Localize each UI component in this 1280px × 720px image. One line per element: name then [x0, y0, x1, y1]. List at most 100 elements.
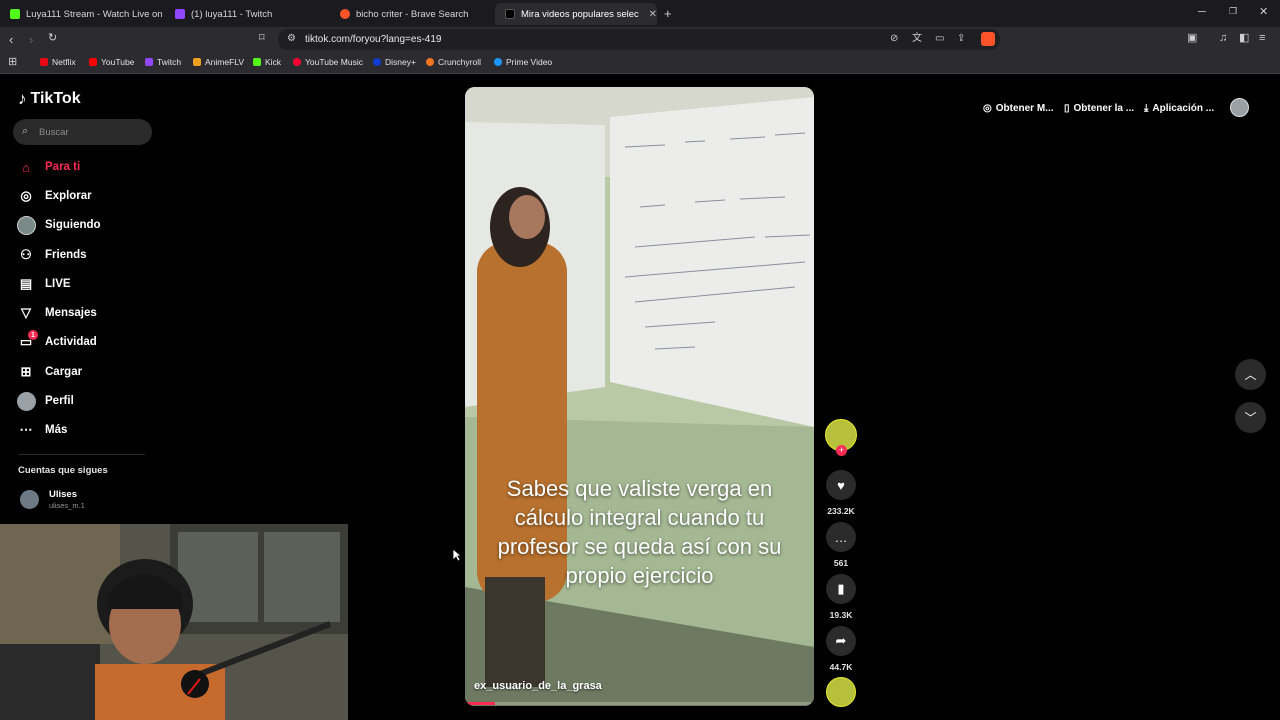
- nav-label: Explorar: [45, 190, 92, 202]
- following-account-ulises[interactable]: Ulises ulises_m.1: [19, 488, 179, 514]
- profile-avatar[interactable]: [1230, 98, 1249, 117]
- netflix-icon: [40, 58, 48, 66]
- bookmark-netflix[interactable]: Netflix: [40, 57, 76, 67]
- get-app-link[interactable]: ▯ Obtener la ...: [1064, 97, 1134, 119]
- bookmark-prime-video[interactable]: Prime Video: [494, 57, 552, 67]
- cast-icon[interactable]: ▭: [935, 34, 944, 44]
- video-player[interactable]: Sabes que valiste verga en cálculo integ…: [465, 87, 814, 706]
- bookmark-kick[interactable]: Kick: [253, 57, 281, 67]
- share-button[interactable]: ➦: [826, 626, 856, 656]
- bookmark-label: YouTube: [101, 57, 135, 67]
- nav-label: LIVE: [45, 278, 71, 290]
- video-author[interactable]: ex_usuario_de_la_grasa: [474, 680, 602, 692]
- bookmark-youtube[interactable]: YouTube: [89, 57, 134, 67]
- tab-tiktok[interactable]: Mira videos populares selecciona ✕: [495, 3, 657, 25]
- translate-icon[interactable]: 文: [912, 34, 922, 44]
- get-coins-link[interactable]: ◎ Obtener M...: [983, 97, 1054, 119]
- follow-plus-icon[interactable]: +: [836, 445, 847, 456]
- heart-icon: ♥: [837, 477, 845, 493]
- back-icon[interactable]: ‹: [9, 33, 13, 46]
- tiktok-note-icon: ♪: [18, 89, 27, 108]
- bookmark-page-icon[interactable]: ⌑: [259, 33, 265, 44]
- video-frame: [465, 87, 814, 706]
- next-video-button[interactable]: ﹀: [1235, 402, 1266, 433]
- nav-friends[interactable]: ⚇ Friends: [16, 243, 87, 267]
- bookmark-animeflv[interactable]: AnimeFLV: [193, 57, 244, 67]
- reading-list-icon[interactable]: ◧: [1239, 33, 1249, 44]
- nav-live[interactable]: ▤ LIVE: [16, 272, 71, 296]
- profile-avatar-icon: [16, 391, 36, 411]
- nav-explorar[interactable]: ◎ Explorar: [16, 184, 92, 208]
- tiktok-favicon-icon: [505, 9, 515, 19]
- close-tab-icon[interactable]: ✕: [649, 9, 657, 20]
- tab-title: Mira videos populares selecciona: [521, 8, 639, 20]
- media-off-icon[interactable]: ⊘: [890, 34, 898, 44]
- sidebar-divider: [18, 454, 145, 455]
- apps-grid-icon[interactable]: ⊞: [8, 57, 17, 68]
- music-disc-icon[interactable]: [826, 677, 856, 707]
- tab-brave-search[interactable]: bicho criter - Brave Search: [330, 3, 495, 25]
- avatar: [20, 490, 39, 509]
- url-field[interactable]: ⚙ tiktok.com/foryou?lang=es-419 ⊘ 文 ▭ ⇪: [278, 29, 1000, 50]
- bookmark-icon: ▮: [837, 581, 845, 596]
- bookmark-label: Crunchyroll: [438, 57, 481, 67]
- bookmark-crunchyroll[interactable]: Crunchyroll: [426, 57, 481, 67]
- music-icon[interactable]: ♫: [1219, 33, 1227, 44]
- send-icon: ▽: [21, 305, 31, 320]
- crunchyroll-icon: [426, 58, 434, 66]
- reload-icon[interactable]: ↻: [48, 33, 57, 44]
- tab-kick[interactable]: Luya111 Stream - Watch Live on Kick: [0, 3, 165, 25]
- bookmark-label: Prime Video: [506, 57, 553, 67]
- forward-icon[interactable]: ›: [29, 33, 33, 46]
- nav-label: Perfil: [45, 395, 74, 407]
- url-text: tiktok.com/foryou?lang=es-419: [305, 34, 442, 45]
- restore-icon[interactable]: ❐: [1229, 7, 1237, 16]
- nav-para-ti[interactable]: ⌂ Para ti: [16, 155, 80, 179]
- nav-label: Más: [45, 424, 68, 436]
- tab-title: (1) luya111 - Twitch: [191, 8, 273, 20]
- share-icon[interactable]: ⇪: [957, 34, 965, 44]
- nav-label: Friends: [45, 249, 87, 261]
- brave-shields-icon[interactable]: [981, 32, 995, 46]
- brave-favicon-icon: [340, 9, 350, 19]
- bookmark-label: Kick: [265, 57, 282, 67]
- tab-bar: Luya111 Stream - Watch Live on Kick (1) …: [0, 0, 1280, 27]
- previous-video-button[interactable]: ︿: [1235, 359, 1266, 390]
- nav-mensajes[interactable]: ▽ Mensajes: [16, 301, 97, 325]
- desktop-app-link[interactable]: ⤓ Aplicación ...: [1144, 97, 1214, 119]
- site-info-icon[interactable]: ⚙: [287, 34, 296, 44]
- kick-favicon-icon: [10, 9, 20, 19]
- nav-mas[interactable]: ⋯ Más: [16, 418, 68, 442]
- save-count: 19.3K: [829, 610, 853, 620]
- share-arrow-icon: ➦: [835, 633, 847, 648]
- bookmark-youtube-music[interactable]: YouTube Music: [293, 57, 363, 67]
- nav-label: Siguiendo: [45, 219, 101, 231]
- nav-perfil[interactable]: Perfil: [16, 389, 74, 413]
- address-bar: ‹ › ↻ ⌑ ⚙ tiktok.com/foryou?lang=es-419 …: [0, 27, 1280, 52]
- new-tab-icon[interactable]: +: [664, 7, 672, 20]
- search-input[interactable]: ⌕ Buscar: [13, 119, 152, 145]
- bookmark-label: Netflix: [52, 57, 76, 67]
- bookmark-twitch[interactable]: Twitch: [145, 57, 181, 67]
- link-label: Aplicación ...: [1152, 102, 1215, 114]
- nav-siguiendo[interactable]: Siguiendo: [16, 213, 101, 237]
- bookmark-disney[interactable]: Disney+: [373, 57, 416, 67]
- logo-text: TikTok: [30, 90, 81, 107]
- search-icon: ⌕: [22, 125, 29, 137]
- menu-icon[interactable]: ≡: [1259, 33, 1265, 44]
- tiktok-logo[interactable]: ♪ TikTok: [18, 89, 81, 109]
- nav-actividad[interactable]: ▭ 1 Actividad: [16, 330, 97, 354]
- like-button[interactable]: ♥: [826, 470, 856, 500]
- close-window-icon[interactable]: ✕: [1259, 7, 1268, 18]
- tab-twitch[interactable]: (1) luya111 - Twitch: [165, 3, 330, 25]
- more-icon: ⋯: [19, 422, 33, 437]
- comment-button[interactable]: …: [826, 522, 856, 552]
- youtube-music-icon: [293, 58, 301, 66]
- phone-icon: ▯: [1064, 102, 1070, 114]
- save-button[interactable]: ▮: [826, 574, 856, 604]
- animeflv-icon: [193, 58, 201, 66]
- sidebar-panel-icon[interactable]: ▣: [1187, 33, 1197, 44]
- video-progress-track[interactable]: [465, 702, 814, 705]
- minimize-icon[interactable]: ─: [1198, 7, 1206, 18]
- nav-cargar[interactable]: ⊞ Cargar: [16, 360, 83, 384]
